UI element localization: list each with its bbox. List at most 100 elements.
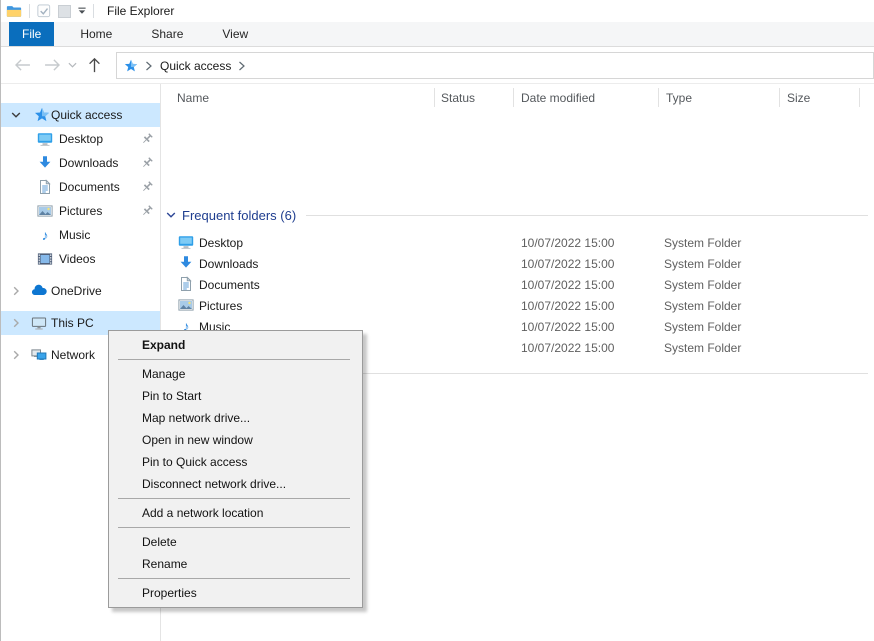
quick-access-star-icon — [34, 107, 50, 123]
file-type: System Folder — [664, 299, 741, 313]
group-header-line — [279, 373, 868, 374]
documents-icon — [178, 276, 194, 292]
file-date-modified: 10/07/2022 15:00 — [521, 341, 614, 355]
chevron-down-icon[interactable] — [166, 210, 176, 220]
sidebar-item-label: Pictures — [59, 204, 102, 218]
pin-icon — [140, 204, 154, 218]
column-separator[interactable] — [434, 88, 435, 107]
sidebar-item-label: Downloads — [59, 156, 118, 170]
up-arrow-icon[interactable] — [88, 57, 101, 73]
titlebar-separator — [93, 4, 94, 18]
file-row-downloads[interactable]: Downloads 10/07/2022 15:00 System Folder — [162, 253, 874, 274]
file-type: System Folder — [664, 341, 741, 355]
recent-locations-caret-icon[interactable] — [68, 62, 77, 68]
sidebar-item-quick-access[interactable]: Quick access — [1, 103, 160, 127]
chevron-right-icon[interactable] — [11, 350, 21, 360]
qat-customize-caret-icon[interactable] — [78, 7, 86, 15]
column-header-row: Name Status Date modified Type Size — [162, 84, 874, 112]
breadcrumb-chevron-icon[interactable] — [145, 61, 153, 71]
file-row-pictures[interactable]: Pictures 10/07/2022 15:00 System Folder — [162, 295, 874, 316]
documents-icon — [37, 179, 53, 195]
sidebar-item-label: Quick access — [51, 108, 122, 122]
file-row-desktop[interactable]: Desktop 10/07/2022 15:00 System Folder — [162, 232, 874, 253]
pin-icon — [140, 180, 154, 194]
menu-separator — [118, 578, 350, 579]
pictures-icon — [178, 297, 194, 313]
onedrive-cloud-icon — [31, 283, 47, 299]
file-row-documents[interactable]: Documents 10/07/2022 15:00 System Folder — [162, 274, 874, 295]
sidebar-group-gap — [1, 271, 160, 279]
file-explorer-window: File Explorer File Home Share View Quick… — [0, 0, 874, 641]
column-header-type[interactable]: Type — [666, 91, 692, 105]
file-name: Desktop — [199, 236, 243, 250]
sidebar-item-label: This PC — [51, 316, 94, 330]
file-date-modified: 10/07/2022 15:00 — [521, 299, 614, 313]
navigation-bar: Quick access — [1, 47, 874, 84]
chevron-right-icon[interactable] — [11, 318, 21, 328]
menu-separator — [118, 359, 350, 360]
menu-item-pin-to-quick-access[interactable]: Pin to Quick access — [109, 451, 362, 473]
chevron-down-icon[interactable] — [11, 110, 21, 120]
column-header-size[interactable]: Size — [787, 91, 810, 105]
menu-item-delete[interactable]: Delete — [109, 531, 362, 553]
qat-new-folder-icon[interactable] — [58, 5, 71, 18]
group-header-label: Frequent folders (6) — [182, 208, 296, 223]
back-arrow-icon[interactable] — [14, 59, 31, 72]
titlebar: File Explorer — [1, 0, 874, 22]
menu-separator — [118, 498, 350, 499]
menu-item-pin-to-start[interactable]: Pin to Start — [109, 385, 362, 407]
sidebar-item-onedrive[interactable]: OneDrive — [1, 279, 160, 303]
column-separator[interactable] — [658, 88, 659, 107]
context-menu: Expand Manage Pin to Start Map network d… — [108, 330, 363, 608]
group-header-frequent-folders[interactable]: Frequent folders (6) — [166, 207, 868, 223]
chevron-right-icon[interactable] — [11, 286, 21, 296]
menu-item-add-network-location[interactable]: Add a network location — [109, 502, 362, 524]
sidebar-item-pictures[interactable]: Pictures — [1, 199, 160, 223]
file-name: Downloads — [199, 257, 258, 271]
sidebar-group-gap — [1, 303, 160, 311]
file-date-modified: 10/07/2022 15:00 — [521, 257, 614, 271]
column-header-name[interactable]: Name — [177, 91, 209, 105]
music-note-icon: ♪ — [37, 227, 53, 243]
sidebar-item-music[interactable]: ♪ Music — [1, 223, 160, 247]
sidebar-item-label: Music — [59, 228, 90, 242]
column-header-status[interactable]: Status — [441, 91, 475, 105]
menu-separator — [118, 527, 350, 528]
column-separator[interactable] — [779, 88, 780, 107]
file-date-modified: 10/07/2022 15:00 — [521, 278, 614, 292]
explorer-folder-icon — [6, 3, 22, 19]
videos-icon — [37, 251, 53, 267]
window-title: File Explorer — [107, 4, 174, 18]
quick-access-star-icon — [124, 59, 138, 73]
sidebar-item-desktop[interactable]: Desktop — [1, 127, 160, 151]
tab-home[interactable]: Home — [67, 22, 125, 46]
forward-arrow-icon[interactable] — [44, 59, 61, 72]
file-date-modified: 10/07/2022 15:00 — [521, 236, 614, 250]
column-separator[interactable] — [513, 88, 514, 107]
column-header-date-modified[interactable]: Date modified — [521, 91, 595, 105]
menu-item-expand[interactable]: Expand — [109, 334, 362, 356]
sidebar-item-downloads[interactable]: Downloads — [1, 151, 160, 175]
downloads-icon — [37, 155, 53, 171]
downloads-icon — [178, 255, 194, 271]
tab-file[interactable]: File — [9, 22, 54, 46]
file-name: Pictures — [199, 299, 242, 313]
column-separator[interactable] — [859, 88, 860, 107]
qat-properties-icon[interactable] — [37, 4, 51, 18]
sidebar-item-videos[interactable]: Videos — [1, 247, 160, 271]
menu-item-open-in-new-window[interactable]: Open in new window — [109, 429, 362, 451]
breadcrumb-chevron-icon[interactable] — [238, 61, 246, 71]
file-type: System Folder — [664, 320, 741, 334]
menu-item-disconnect-network-drive[interactable]: Disconnect network drive... — [109, 473, 362, 495]
menu-item-rename[interactable]: Rename — [109, 553, 362, 575]
menu-item-manage[interactable]: Manage — [109, 363, 362, 385]
menu-item-map-network-drive[interactable]: Map network drive... — [109, 407, 362, 429]
sidebar-item-documents[interactable]: Documents — [1, 175, 160, 199]
tab-view[interactable]: View — [209, 22, 261, 46]
breadcrumb-segment-quick-access[interactable]: Quick access — [160, 59, 231, 73]
file-name: Documents — [199, 278, 260, 292]
address-bar[interactable]: Quick access — [116, 52, 874, 79]
menu-item-properties[interactable]: Properties — [109, 582, 362, 604]
tab-share[interactable]: Share — [138, 22, 196, 46]
sidebar-item-label: Videos — [59, 252, 95, 266]
